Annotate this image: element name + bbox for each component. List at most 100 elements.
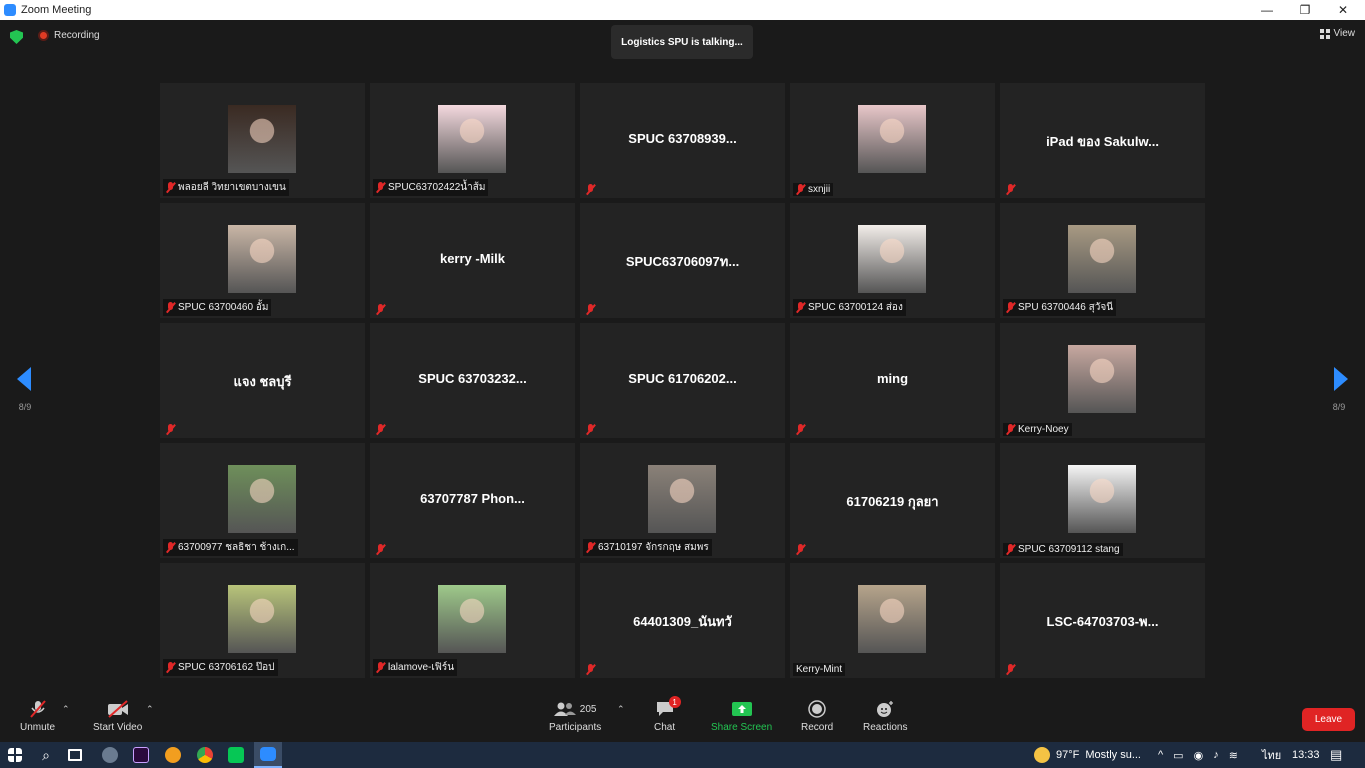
participant-tile[interactable]: SPUC 63703232...: [370, 323, 575, 438]
participant-tile[interactable]: SPUC63702422น้ำส้ม: [370, 83, 575, 198]
view-label: View: [1333, 28, 1356, 39]
previous-page-arrow-icon[interactable]: [17, 367, 31, 391]
participant-avatar: [648, 465, 716, 533]
close-button[interactable]: ✕: [1323, 0, 1363, 20]
muted-mic-icon: [28, 700, 48, 718]
participants-button[interactable]: 205 Participants: [549, 700, 601, 733]
input-language[interactable]: ไทย: [1262, 742, 1281, 768]
zoom-app-icon: [4, 4, 16, 16]
participant-tile[interactable]: SPU 63700446 สุวัจนี: [1000, 203, 1205, 318]
participant-tile[interactable]: SPUC63706097ท...: [580, 203, 785, 318]
muted-mic-icon: [166, 542, 175, 553]
participant-display-name: แจง ชลบุรี: [233, 374, 292, 389]
recording-indicator[interactable]: Recording: [38, 30, 100, 41]
network-app-icon[interactable]: ◉: [1194, 749, 1204, 762]
participant-tile[interactable]: LSC-64703703-พ...: [1000, 563, 1205, 678]
restore-button[interactable]: ❐: [1285, 0, 1325, 20]
participants-options-chevron-icon[interactable]: ⌃: [617, 704, 625, 715]
participant-name-label: Kerry-Noey: [1003, 423, 1072, 436]
participant-avatar: [858, 585, 926, 653]
participant-name-label: lalamove-เฟิร์น: [373, 659, 458, 676]
reactions-label: Reactions: [863, 722, 908, 733]
participant-display-name: SPUC63706097ท...: [625, 254, 740, 269]
window-title: Zoom Meeting: [21, 4, 92, 16]
participant-tile[interactable]: 61706219 กุลยา: [790, 443, 995, 558]
participant-tile[interactable]: kerry -Milk: [370, 203, 575, 318]
participant-tile[interactable]: Kerry-Noey: [1000, 323, 1205, 438]
participant-tile[interactable]: พลอยลี วิทยาเขตบางเขน: [160, 83, 365, 198]
recording-label: Recording: [54, 30, 100, 41]
participant-tile[interactable]: SPUC 63700124 ส่อง: [790, 203, 995, 318]
participant-display-name: 63707787 Phon...: [420, 491, 525, 506]
participant-tile[interactable]: Kerry-Mint: [790, 563, 995, 678]
reactions-icon: [875, 700, 895, 718]
notifications-icon[interactable]: ▤: [1330, 742, 1342, 768]
audio-options-chevron-icon[interactable]: ⌃: [62, 704, 70, 715]
zoom-taskbar-button[interactable]: [254, 742, 282, 768]
weather-app-icon[interactable]: [102, 747, 118, 763]
participant-name: SPUC 63709112 stang: [1018, 544, 1120, 555]
participant-tile[interactable]: 64401309_นันทวั: [580, 563, 785, 678]
task-view-icon[interactable]: [68, 749, 82, 761]
participant-tile[interactable]: 63700977 ชลธิชา ช้างเก...: [160, 443, 365, 558]
participant-tile[interactable]: SPUC 63708939...: [580, 83, 785, 198]
participant-tile[interactable]: แจง ชลบุรี: [160, 323, 365, 438]
participant-name: lalamove-เฟิร์น: [388, 662, 455, 673]
premiere-icon[interactable]: [133, 747, 149, 763]
weather-widget[interactable]: 97°F Mostly su...: [1034, 742, 1141, 768]
windows-start-icon[interactable]: [8, 748, 22, 762]
participant-tile[interactable]: 63707787 Phon...: [370, 443, 575, 558]
participant-name: 63700977 ชลธิชา ช้างเก...: [178, 542, 295, 553]
battery-icon[interactable]: ▭: [1173, 749, 1183, 762]
page-indicator-left: 8/9: [18, 402, 32, 412]
participant-name: SPUC 63706162 ป๊อป: [178, 662, 275, 673]
participant-tile[interactable]: lalamove-เฟิร์น: [370, 563, 575, 678]
participant-name-label: [163, 423, 178, 436]
video-off-icon: [106, 700, 130, 718]
leave-button[interactable]: Leave: [1302, 708, 1355, 731]
participant-name-label: SPUC63702422น้ำส้ม: [373, 179, 489, 196]
start-video-button[interactable]: Start Video: [93, 700, 142, 733]
participant-tile[interactable]: 63710197 จักรกฤษ สมพร: [580, 443, 785, 558]
app-icon-orange[interactable]: [165, 747, 181, 763]
chrome-icon[interactable]: [197, 747, 213, 763]
reactions-button[interactable]: Reactions: [863, 700, 907, 733]
wifi-icon[interactable]: ≋: [1229, 749, 1238, 762]
participant-tile[interactable]: SPUC 61706202...: [580, 323, 785, 438]
participant-tile[interactable]: iPad ของ Sakulw...: [1000, 83, 1205, 198]
unmute-label: Unmute: [20, 722, 56, 733]
participant-tile[interactable]: sxnjii: [790, 83, 995, 198]
participant-avatar: [228, 585, 296, 653]
unmute-button[interactable]: Unmute: [20, 700, 55, 733]
muted-mic-icon: [796, 424, 805, 435]
record-icon: [808, 700, 826, 718]
participant-avatar: [858, 105, 926, 173]
participant-name-label: [793, 423, 808, 436]
participant-name: sxnjii: [808, 184, 831, 195]
participant-tile[interactable]: ming: [790, 323, 995, 438]
clock[interactable]: 13:33: [1292, 742, 1320, 768]
search-icon[interactable]: ⌕: [38, 747, 54, 763]
view-button[interactable]: View: [1319, 28, 1356, 39]
line-app-icon[interactable]: [228, 747, 244, 763]
next-page-arrow-icon[interactable]: [1334, 367, 1348, 391]
encryption-shield-icon[interactable]: [10, 30, 23, 44]
video-options-chevron-icon[interactable]: ⌃: [146, 704, 154, 715]
participant-name: พลอยลี วิทยาเขตบางเขน: [178, 182, 286, 193]
participant-name-label: [793, 543, 808, 556]
participant-avatar: [1068, 225, 1136, 293]
volume-icon[interactable]: ♪: [1213, 749, 1219, 761]
muted-mic-icon: [796, 544, 805, 555]
participant-tile[interactable]: SPUC 63700460 อั้ม: [160, 203, 365, 318]
participant-avatar: [858, 225, 926, 293]
record-button[interactable]: Record: [801, 700, 833, 733]
participant-tile[interactable]: SPUC 63709112 stang: [1000, 443, 1205, 558]
participant-name: SPUC63702422น้ำส้ม: [388, 182, 486, 193]
share-screen-button[interactable]: Share Screen: [711, 700, 772, 733]
minimize-button[interactable]: —: [1247, 0, 1287, 20]
weather-temp: 97°F: [1056, 749, 1080, 761]
participant-name: SPUC 63700460 อั้ม: [178, 302, 269, 313]
chat-button[interactable]: 1 Chat: [654, 696, 681, 733]
participant-tile[interactable]: SPUC 63706162 ป๊อป: [160, 563, 365, 678]
tray-chevron-icon[interactable]: ^: [1158, 749, 1163, 761]
